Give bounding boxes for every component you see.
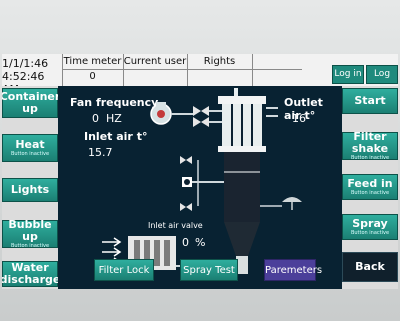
heat-label: Heat: [15, 138, 45, 151]
current-user-header: Current user: [123, 56, 187, 67]
filter-shake-sub-label: Button inactive: [350, 155, 390, 161]
rights-value: [187, 70, 252, 84]
lights-button[interactable]: Lights: [2, 178, 58, 202]
hmi-screen: 1/1/1:46 4:52:46 AM Time meter Current u…: [2, 54, 398, 289]
container-up-label: Container up: [2, 90, 61, 115]
feed-in-button[interactable]: Feed in Button inactive: [342, 174, 398, 200]
top-bar: 1/1/1:46 4:52:46 AM Time meter Current u…: [2, 54, 398, 96]
feed-in-sub-label: Button inactive: [350, 190, 390, 196]
date-text: 1/1/1:46: [2, 57, 49, 70]
valve-icon: [193, 117, 209, 127]
bubble-up-label: Bubble up: [8, 218, 52, 243]
current-user-value: [123, 70, 187, 84]
filter-lock-button[interactable]: Filter Lock: [94, 259, 154, 281]
rights-header: Rights: [203, 56, 236, 67]
fan-icon: [150, 102, 172, 125]
spray-nozzle-icon: [282, 197, 302, 210]
time-meter-value: 0: [89, 71, 96, 82]
water-discharge-label: Water discharge: [2, 261, 61, 286]
filter-shake-label: Filter shake: [351, 130, 389, 155]
bubble-up-button[interactable]: Bubble up Button inactive: [2, 218, 58, 249]
filter-shake-button[interactable]: Filter shake Button inactive: [342, 130, 398, 161]
divider: [252, 54, 253, 86]
dryer-tower-icon: [218, 88, 266, 274]
sensor-icon: [182, 177, 192, 187]
bubble-up-sub-label: Button inactive: [10, 243, 50, 249]
spray-label: Spray: [352, 217, 388, 230]
spray-button[interactable]: Spray Button inactive: [342, 214, 398, 240]
feed-in-label: Feed in: [347, 177, 393, 190]
valve-icon: [180, 156, 192, 164]
container-up-button[interactable]: Container up: [2, 88, 61, 118]
back-button[interactable]: Back: [342, 252, 398, 282]
spray-test-button[interactable]: Spray Test: [180, 259, 238, 281]
time-meter-header: Time meter: [63, 56, 122, 67]
valve-icon: [180, 203, 192, 211]
login-button[interactable]: Log in: [332, 65, 364, 84]
heat-button[interactable]: Heat Button inactive: [2, 134, 58, 162]
back-label: Back: [355, 260, 385, 273]
water-discharge-button[interactable]: Water discharge: [2, 261, 61, 287]
start-label: Start: [354, 94, 386, 107]
start-button[interactable]: Start: [342, 88, 398, 114]
parameters-button[interactable]: Paremeters: [264, 259, 322, 281]
heat-sub-label: Button inactive: [10, 151, 50, 157]
spray-sub-label: Button inactive: [350, 230, 390, 236]
logout-button[interactable]: Log out: [366, 65, 398, 96]
lights-label: Lights: [10, 183, 50, 196]
valve-icon: [193, 106, 209, 116]
